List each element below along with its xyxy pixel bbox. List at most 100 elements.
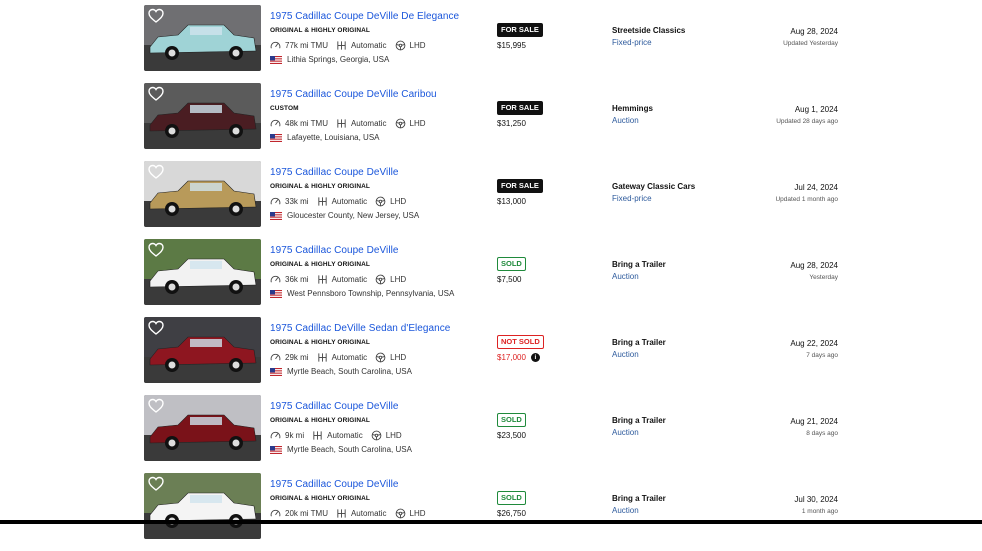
location: Lithia Springs, Georgia, USA <box>270 55 389 64</box>
heart-icon[interactable] <box>148 242 164 258</box>
heart-icon[interactable] <box>148 320 164 336</box>
heart-icon[interactable] <box>148 8 164 24</box>
mileage-value: 33k mi <box>285 196 309 206</box>
listing-thumbnail[interactable] <box>144 83 261 149</box>
us-flag-icon <box>270 367 282 376</box>
us-flag-icon <box>270 211 282 220</box>
seller-name[interactable]: Bring a Trailer <box>612 494 666 503</box>
listing-thumbnail[interactable] <box>144 239 261 305</box>
listing-thumbnail[interactable] <box>144 473 261 539</box>
drive-side-value: LHD <box>390 196 407 206</box>
listing-date: Aug 1, 2024 <box>794 105 838 114</box>
listing-row[interactable]: 1975 Cadillac Coupe DeVille ORIGINAL & H… <box>0 239 982 317</box>
listing-title-link[interactable]: 1975 Cadillac Coupe DeVille <box>270 245 398 256</box>
price: $7,500 <box>497 275 521 284</box>
steering-wheel-icon <box>375 274 386 284</box>
us-flag-icon <box>270 445 282 454</box>
listing-thumbnail[interactable] <box>144 5 261 71</box>
heart-icon[interactable] <box>148 86 164 102</box>
seller-name[interactable]: Gateway Classic Cars <box>612 182 695 191</box>
listing-row[interactable]: 1975 Cadillac Coupe DeVille De Elegance … <box>0 5 982 83</box>
price: $23,500 <box>497 431 526 440</box>
transmission-value: Automatic <box>331 196 368 206</box>
condition-label: ORIGINAL & HIGHLY ORIGINAL <box>270 495 370 502</box>
spec-list: 48k mi TMU Automatic LHD <box>270 117 434 129</box>
listing-title-link[interactable]: 1975 Cadillac Coupe DeVille <box>270 401 398 412</box>
listing-title-link[interactable]: 1975 Cadillac DeVille Sedan d'Elegance <box>270 323 450 334</box>
seller-name[interactable]: Hemmings <box>612 104 653 113</box>
info-icon[interactable]: i <box>530 353 540 362</box>
seller-name[interactable]: Bring a Trailer <box>612 338 666 347</box>
mileage-value: 9k mi <box>285 430 305 440</box>
listing-title-link[interactable]: 1975 Cadillac Coupe DeVille <box>270 167 398 178</box>
updated-label: Updated 1 month ago <box>775 196 838 203</box>
speedometer-icon <box>270 431 281 438</box>
listing-row[interactable]: 1975 Cadillac Coupe DeVille Caribou CUST… <box>0 83 982 161</box>
heart-icon[interactable] <box>148 476 164 492</box>
status-badge: SOLD <box>497 413 526 427</box>
gearbox-icon <box>337 508 346 518</box>
listing-row[interactable]: 1975 Cadillac Coupe DeVille ORIGINAL & H… <box>0 395 982 473</box>
listing-title-link[interactable]: 1975 Cadillac Coupe DeVille <box>270 479 398 490</box>
price: $17,000 i <box>497 353 540 362</box>
listing-thumbnail[interactable] <box>144 395 261 461</box>
mileage-value: 48k mi TMU <box>285 118 328 128</box>
listing-row[interactable]: 1975 Cadillac Coupe DeVille ORIGINAL & H… <box>0 473 982 551</box>
condition-label: ORIGINAL & HIGHLY ORIGINAL <box>270 183 370 190</box>
seller-name[interactable]: Bring a Trailer <box>612 416 666 425</box>
heart-icon[interactable] <box>148 164 164 180</box>
status-badge: FOR SALE <box>497 179 543 193</box>
transmission-value: Automatic <box>350 118 387 128</box>
sale-type: Auction <box>612 116 639 125</box>
location: Lafayette, Louisiana, USA <box>270 133 380 142</box>
listing-row[interactable]: 1975 Cadillac DeVille Sedan d'Elegance O… <box>0 317 982 395</box>
sale-type: Fixed-price <box>612 38 652 47</box>
listing-thumbnail[interactable] <box>144 317 261 383</box>
us-flag-icon <box>270 55 282 64</box>
sale-type: Fixed-price <box>612 194 652 203</box>
mileage-value: 20k mi TMU <box>285 508 328 518</box>
heart-icon[interactable] <box>148 398 164 414</box>
speedometer-icon <box>270 119 281 126</box>
listing-title-link[interactable]: 1975 Cadillac Coupe DeVille De Elegance <box>270 11 459 22</box>
listing-date: Aug 21, 2024 <box>790 417 838 426</box>
spec-list: 9k mi Automatic LHD <box>270 429 410 441</box>
location-text: Lafayette, Louisiana, USA <box>287 133 380 142</box>
price-value: $13,000 <box>497 197 526 206</box>
drive-side-value: LHD <box>390 274 407 284</box>
listing-row[interactable]: 1975 Cadillac Coupe DeVille ORIGINAL & H… <box>0 161 982 239</box>
us-flag-icon <box>270 289 282 298</box>
steering-wheel-icon <box>395 118 405 128</box>
listing-thumbnail[interactable] <box>144 161 261 227</box>
updated-label: 1 month ago <box>801 508 838 515</box>
listing-title-link[interactable]: 1975 Cadillac Coupe DeVille Caribou <box>270 89 437 100</box>
mileage-value: 36k mi <box>285 274 309 284</box>
status-badge: FOR SALE <box>497 23 543 37</box>
seller-name[interactable]: Streetside Classics <box>612 26 685 35</box>
gearbox-icon <box>317 274 327 284</box>
price-value: $31,250 <box>497 119 526 128</box>
spec-list: 29k mi Automatic LHD <box>270 351 414 363</box>
status-badge: FOR SALE <box>497 101 543 115</box>
transmission-value: Automatic <box>350 40 387 50</box>
drive-side-value: LHD <box>409 40 426 50</box>
location: Myrtle Beach, South Carolina, USA <box>270 367 412 376</box>
transmission-value: Automatic <box>331 274 368 284</box>
seller-name[interactable]: Bring a Trailer <box>612 260 666 269</box>
gearbox-icon <box>317 352 327 362</box>
sale-type: Auction <box>612 506 639 515</box>
updated-label: Updated Yesterday <box>783 40 838 47</box>
steering-wheel-icon <box>395 508 405 518</box>
transmission-value: Automatic <box>327 430 363 440</box>
speedometer-icon <box>270 353 281 360</box>
price: $13,000 <box>497 197 526 206</box>
price: $31,250 <box>497 119 526 128</box>
spec-list: 33k mi Automatic LHD <box>270 195 414 207</box>
condition-label: ORIGINAL & HIGHLY ORIGINAL <box>270 417 370 424</box>
gearbox-icon <box>337 118 346 128</box>
viewport-bottom-edge <box>0 520 982 524</box>
transmission-value: Automatic <box>331 352 368 362</box>
drive-side-value: LHD <box>409 508 426 518</box>
updated-label: Updated 28 days ago <box>776 118 838 125</box>
location-text: Myrtle Beach, South Carolina, USA <box>287 367 412 376</box>
